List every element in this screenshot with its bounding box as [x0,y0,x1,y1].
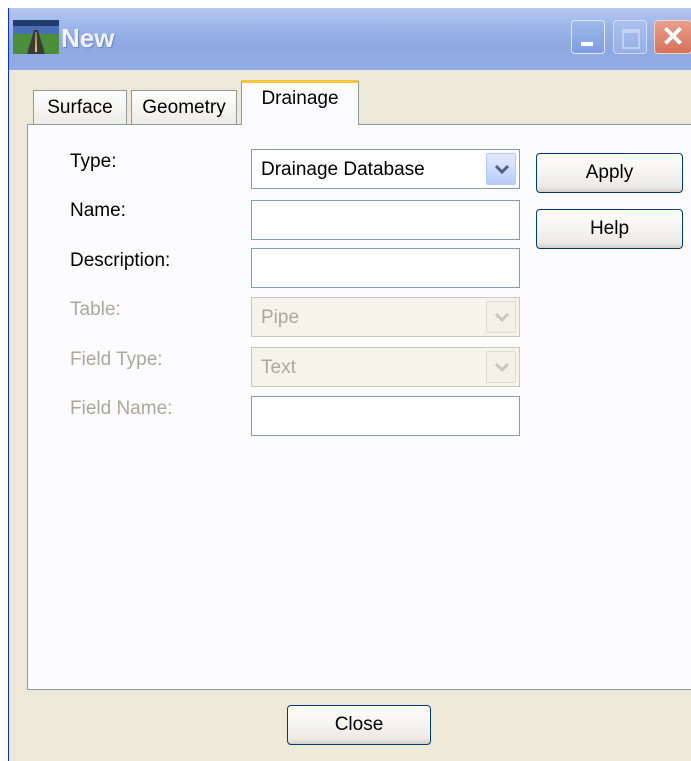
road-icon [13,20,59,54]
close-button[interactable]: Close [287,705,431,745]
description-field[interactable] [251,248,520,288]
field-type-select: Text [251,347,520,387]
drainage-panel: Type: Drainage Database Name: Descriptio… [27,124,691,690]
tab-geometry[interactable]: Geometry [131,90,237,124]
field-name-label: Field Name: [70,398,173,419]
title-bar[interactable]: New ✕ [9,8,691,70]
description-label: Description: [70,250,171,271]
table-select: Pipe [251,297,520,337]
name-field[interactable] [251,200,520,240]
field-type-select-value: Text [261,357,296,378]
field-name-field [251,396,520,436]
new-dialog: New ✕ Surface Geometry Drainage Type: Dr… [8,8,691,761]
window-title: New [61,23,115,53]
minimize-icon[interactable] [571,20,605,54]
table-label: Table: [70,299,121,320]
table-select-value: Pipe [261,307,300,328]
chevron-down-icon [486,301,516,333]
chevron-down-icon[interactable] [486,153,516,185]
field-type-label: Field Type: [70,349,163,370]
maximize-icon [613,20,647,54]
type-select[interactable]: Drainage Database [251,149,520,189]
tab-drainage[interactable]: Drainage [241,80,359,125]
name-label: Name: [70,200,126,221]
tab-surface[interactable]: Surface [33,90,127,124]
close-icon[interactable]: ✕ [654,20,691,54]
help-button[interactable]: Help [536,209,683,249]
type-select-value: Drainage Database [261,159,425,180]
apply-button[interactable]: Apply [536,153,683,193]
type-label: Type: [70,151,117,172]
chevron-down-icon [486,351,516,383]
